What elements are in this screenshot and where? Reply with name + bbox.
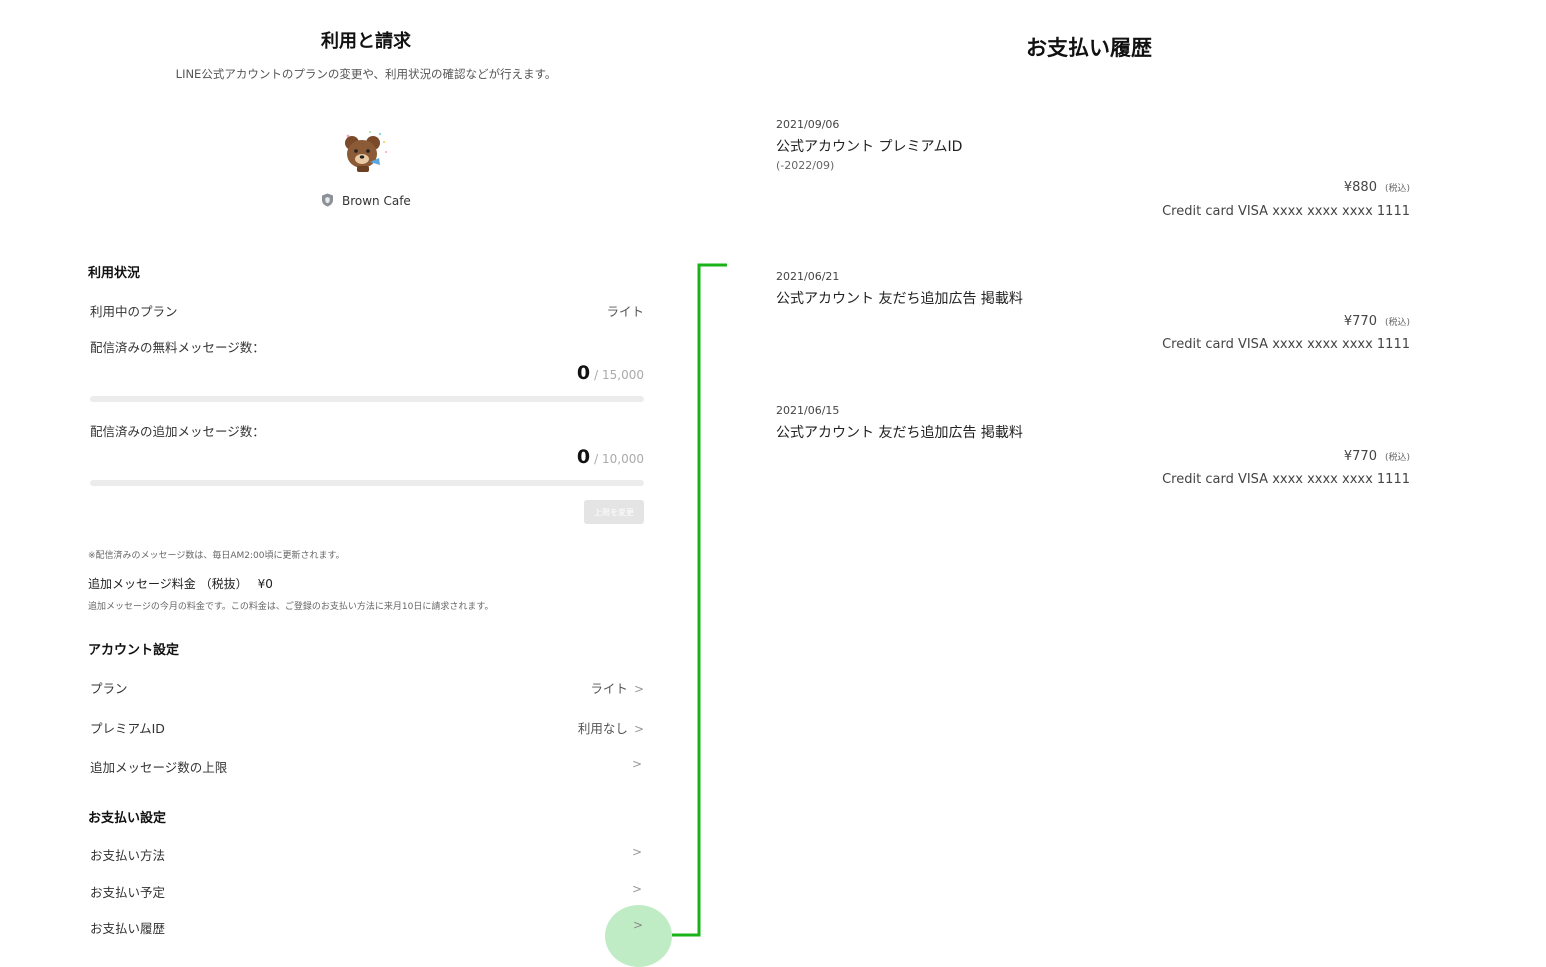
entry-tax: (税込) (1384, 453, 1410, 463)
entry-card: Credit card VISA xxxx xxxx xxxx 1111 (1162, 472, 1410, 487)
history-entry: 2021/06/15 公式アカウント 友だち追加広告 掲載料 ¥770 (税込) … (776, 404, 1410, 499)
entry-price-value: ¥770 (1343, 449, 1377, 464)
shield-icon (322, 193, 334, 207)
entry-period: (-2022/09) (776, 159, 835, 172)
page-title: 利用と請求 (321, 31, 411, 52)
entry-tax: (税込) (1384, 318, 1410, 328)
premium-id-label[interactable]: プレミアムID (90, 718, 165, 737)
account-settings-title: アカウント設定 (88, 643, 180, 658)
free-messages-count: 0 (576, 362, 591, 384)
additional-fee-value: ¥0 (257, 577, 273, 591)
free-messages-limit: / 15,000 (594, 368, 644, 382)
history-entry: 2021/06/21 公式アカウント 友だち追加広告 掲載料 ¥770 (税込) … (776, 270, 1410, 365)
payment-method-label[interactable]: お支払い方法 (90, 845, 165, 864)
payment-settings-title: お支払い設定 (88, 811, 167, 826)
chevron-right-icon[interactable]: > (633, 918, 643, 932)
payment-schedule-label[interactable]: お支払い予定 (90, 882, 165, 901)
entry-card: Credit card VISA xxxx xxxx xxxx 1111 (1162, 204, 1410, 219)
fee-note: 追加メッセージの今月の料金です。この料金は、ご登録のお支払い方法に来月10日に請… (88, 602, 494, 612)
current-plan-label: 利用中のプラン (90, 304, 178, 319)
account-name: Brown Cafe (88, 193, 644, 208)
free-messages-progress-bar (90, 396, 644, 402)
additional-messages-limit: / 10,000 (594, 452, 644, 466)
history-title: お支払い履歴 (1026, 36, 1152, 60)
message-limit-label[interactable]: 追加メッセージ数の上限 (90, 757, 227, 776)
entry-price: ¥770 (税込) (1344, 449, 1410, 464)
additional-messages-count: 0 (576, 446, 591, 468)
chevron-right-icon: > (633, 722, 644, 736)
additional-fee: 追加メッセージ料金 （税抜） ¥0 (88, 575, 273, 592)
plan-setting-value-text: ライト (590, 681, 628, 696)
page-description: LINE公式アカウントのプランの変更や、利用状況の確認などが行えます。 (175, 67, 557, 81)
free-messages-counter: 0/ 15,000 (577, 362, 644, 384)
entry-card: Credit card VISA xxxx xxxx xxxx 1111 (1162, 337, 1410, 352)
premium-id-value[interactable]: 利用なし > (578, 718, 644, 737)
entry-date: 2021/09/06 (776, 118, 840, 131)
entry-price-value: ¥770 (1343, 314, 1377, 329)
update-note: ※配信済みのメッセージ数は、毎日AM2:00頃に更新されます。 (88, 551, 345, 561)
account-name-label: Brown Cafe (342, 194, 411, 208)
premium-id-value-text: 利用なし (577, 721, 628, 736)
additional-messages-counter: 0/ 10,000 (577, 446, 644, 468)
chevron-right-icon[interactable]: > (632, 882, 642, 896)
chevron-right-icon[interactable]: > (632, 845, 642, 859)
change-limit-button[interactable]: 上限を変更 (584, 500, 644, 524)
history-entry: 2021/09/06 公式アカウント プレミアムID (-2022/09) ¥8… (776, 118, 1410, 228)
chevron-right-icon[interactable]: > (632, 757, 642, 771)
plan-setting-label[interactable]: プラン (90, 678, 128, 697)
additional-messages-label: 配信済みの追加メッセージ数： (90, 424, 265, 439)
usage-section-title: 利用状況 (88, 266, 141, 281)
entry-date: 2021/06/15 (776, 404, 840, 417)
chevron-right-icon: > (633, 682, 644, 696)
entry-price: ¥770 (税込) (1344, 314, 1410, 329)
entry-price: ¥880 (税込) (1344, 180, 1410, 195)
entry-date: 2021/06/21 (776, 270, 840, 283)
entry-item: 公式アカウント 友だち追加広告 掲載料 (776, 291, 1023, 307)
additional-messages-progress-bar (90, 480, 644, 486)
plan-setting-value[interactable]: ライト > (590, 678, 644, 697)
entry-tax: (税込) (1384, 184, 1410, 194)
billing-panel: 利用と請求 LINE公式アカウントのプランの変更や、利用状況の確認などが行えます… (88, 0, 644, 966)
entry-item: 公式アカウント 友だち追加広告 掲載料 (776, 425, 1023, 441)
entry-item: 公式アカウント プレミアムID (776, 139, 963, 155)
payment-history-label[interactable]: お支払い履歴 (90, 918, 165, 937)
payment-history-panel: お支払い履歴 2021/09/06 公式アカウント プレミアムID (-2022… (776, 0, 1416, 966)
additional-fee-label: 追加メッセージ料金 （税抜） (88, 577, 248, 591)
account-avatar-icon (345, 131, 387, 172)
tap-highlight (605, 905, 672, 967)
free-messages-label: 配信済みの無料メッセージ数： (90, 340, 265, 355)
current-plan-value: ライト (606, 304, 644, 319)
entry-price-value: ¥880 (1343, 180, 1377, 195)
